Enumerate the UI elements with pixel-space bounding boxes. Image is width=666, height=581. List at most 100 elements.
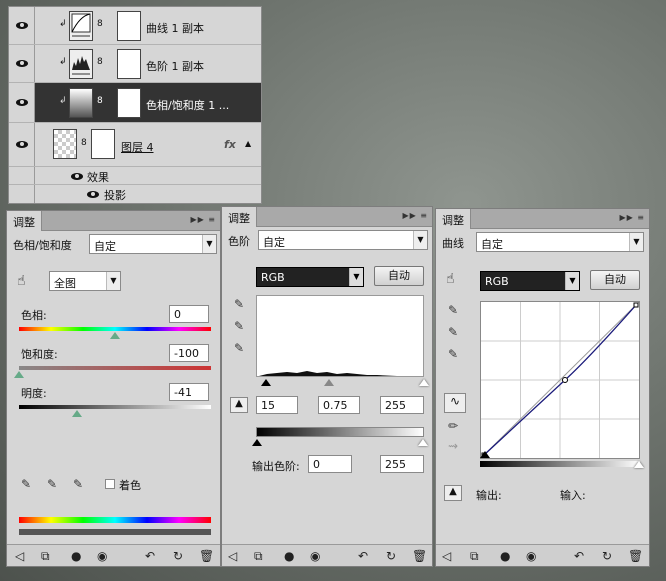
visibility-toggle[interactable]	[9, 7, 35, 44]
input-gamma-field[interactable]: 0.75	[318, 396, 360, 414]
visibility-toggle[interactable]	[9, 45, 35, 82]
white-input-slider[interactable]	[634, 461, 644, 468]
layer-row[interactable]: ↲ 8 曲线 1 副本	[9, 7, 261, 45]
eye-icon[interactable]	[87, 191, 99, 198]
trash-icon[interactable]: 🗑	[628, 549, 643, 563]
view-previous-icon[interactable]: ↶	[574, 549, 584, 563]
clip-to-layer-icon[interactable]: ●	[71, 549, 81, 563]
expand-view-icon[interactable]: ⧉	[254, 549, 263, 564]
panel-footer: ◁ ⧉ ● ◉ ↶ ↻ 🗑	[222, 544, 432, 566]
targeted-adjust-hand-icon[interactable]: ☝	[17, 273, 26, 289]
black-input-slider[interactable]	[480, 451, 490, 458]
reset-icon[interactable]: ↻	[602, 549, 612, 563]
white-point-eyedropper-icon[interactable]: ✎	[448, 347, 458, 363]
eyedropper-minus-icon[interactable]: ✎	[73, 477, 83, 493]
black-point-eyedropper-icon[interactable]: ✎	[448, 303, 458, 319]
eye-icon[interactable]	[71, 173, 83, 180]
visibility-toggle[interactable]	[9, 83, 35, 122]
output-label: 输出:	[476, 489, 502, 502]
eyedropper-icon[interactable]: ✎	[21, 477, 31, 493]
shadow-effect-row[interactable]: 投影	[9, 185, 261, 203]
black-point-eyedropper-icon[interactable]: ✎	[234, 297, 244, 313]
output-gradient-bar	[256, 427, 424, 437]
reset-icon[interactable]: ↻	[386, 549, 396, 563]
lightness-input[interactable]: -41	[169, 383, 209, 401]
back-arrow-icon[interactable]: ◁	[15, 549, 24, 563]
input-black-slider[interactable]	[260, 379, 271, 386]
expand-view-icon[interactable]: ⧉	[470, 549, 479, 564]
clip-arrow-icon: ↲	[59, 96, 67, 106]
layer-row[interactable]: 8 图层 4 fx ▲	[9, 123, 261, 167]
output-black-slider[interactable]	[252, 439, 262, 446]
channel-value: RGB	[485, 275, 509, 288]
colorize-checkbox[interactable]	[105, 479, 115, 489]
output-white-slider[interactable]	[418, 439, 428, 446]
hue-saturation-adjustment-icon	[69, 88, 93, 118]
back-arrow-icon[interactable]: ◁	[442, 549, 451, 563]
channel-select[interactable]: RGB ▼	[480, 271, 580, 291]
curve-point-tool-icon[interactable]: ∿	[444, 393, 466, 413]
effects-row[interactable]: 效果	[9, 167, 261, 185]
fx-icon[interactable]: fx	[224, 138, 236, 151]
gray-point-eyedropper-icon[interactable]: ✎	[448, 325, 458, 341]
lightness-slider-thumb[interactable]	[71, 410, 82, 417]
collapse-arrow-icon[interactable]: ▲	[245, 139, 251, 148]
trash-icon[interactable]: 🗑	[412, 549, 427, 563]
targeted-adjust-hand-icon[interactable]: ☝	[446, 271, 455, 287]
saturation-slider-thumb[interactable]	[14, 371, 24, 378]
saturation-input[interactable]: -100	[169, 344, 209, 362]
eye-icon[interactable]: ◉	[526, 549, 536, 563]
eye-icon	[15, 22, 28, 29]
chevron-down-icon: ▼	[202, 235, 216, 253]
back-arrow-icon[interactable]: ◁	[228, 549, 237, 563]
tab-bar: 调整 ▶▶ ≡	[7, 211, 220, 231]
view-previous-icon[interactable]: ↶	[145, 549, 155, 563]
hue-slider-track[interactable]	[19, 327, 211, 331]
clipping-warning-icon[interactable]: ▲	[230, 397, 248, 413]
input-white-field[interactable]: 255	[380, 396, 424, 414]
eye-icon[interactable]: ◉	[310, 549, 320, 563]
panel-title: 色阶	[228, 235, 250, 248]
pencil-icon[interactable]: ✏	[448, 419, 458, 435]
input-white-slider[interactable]	[419, 379, 429, 386]
layer-row-selected[interactable]: ↲ 8 色相/饱和度 1 ...	[9, 83, 261, 123]
eyedropper-plus-icon[interactable]: ✎	[47, 477, 57, 493]
input-gray-slider[interactable]	[323, 379, 334, 386]
gray-point-eyedropper-icon[interactable]: ✎	[234, 319, 244, 335]
visibility-toggle[interactable]	[9, 123, 35, 166]
channel-select[interactable]: RGB ▼	[256, 267, 364, 287]
hue-input[interactable]: 0	[169, 305, 209, 323]
clip-to-layer-icon[interactable]: ●	[500, 549, 510, 563]
hue-slider-thumb[interactable]	[110, 332, 120, 339]
output-black-field[interactable]: 0	[308, 455, 352, 473]
smooth-curve-icon[interactable]: ⇝	[448, 439, 458, 455]
auto-button[interactable]: 自动	[590, 270, 640, 290]
panel-menu-icon[interactable]: ▶▶ ≡	[402, 211, 428, 220]
view-previous-icon[interactable]: ↶	[358, 549, 368, 563]
saturation-slider-track[interactable]	[19, 366, 211, 370]
reset-icon[interactable]: ↻	[173, 549, 183, 563]
clipping-warning-icon[interactable]: ▲	[444, 485, 462, 501]
trash-icon[interactable]: 🗑	[199, 549, 214, 563]
tab-adjustments[interactable]: 调整	[222, 207, 257, 227]
clip-to-layer-icon[interactable]: ●	[284, 549, 294, 563]
levels-panel: 调整 ▶▶ ≡ 色阶 自定 ▼ RGB ▼ 自动 ✎ ✎ ✎ ▲ 15 0.75 2…	[221, 206, 433, 567]
tab-adjustments[interactable]: 调整	[436, 209, 471, 229]
auto-button[interactable]: 自动	[374, 266, 424, 286]
lightness-slider-track[interactable]	[19, 405, 211, 409]
curve-graph[interactable]	[480, 301, 640, 459]
eye-icon[interactable]: ◉	[97, 549, 107, 563]
preset-select[interactable]: 自定 ▼	[258, 230, 428, 250]
expand-view-icon[interactable]: ⧉	[41, 549, 50, 564]
preset-select[interactable]: 自定 ▼	[89, 234, 217, 254]
output-white-field[interactable]: 255	[380, 455, 424, 473]
panel-menu-icon[interactable]: ▶▶ ≡	[190, 215, 216, 224]
layer-row[interactable]: ↲ 8 色阶 1 副本	[9, 45, 261, 83]
tab-adjustments[interactable]: 调整	[7, 211, 42, 231]
preset-select[interactable]: 自定 ▼	[476, 232, 644, 252]
white-point-eyedropper-icon[interactable]: ✎	[234, 341, 244, 357]
channel-select[interactable]: 全图 ▼	[49, 271, 121, 291]
input-black-field[interactable]: 15	[256, 396, 298, 414]
panel-menu-icon[interactable]: ▶▶ ≡	[619, 213, 645, 222]
clip-arrow-icon: ↲	[59, 19, 67, 29]
